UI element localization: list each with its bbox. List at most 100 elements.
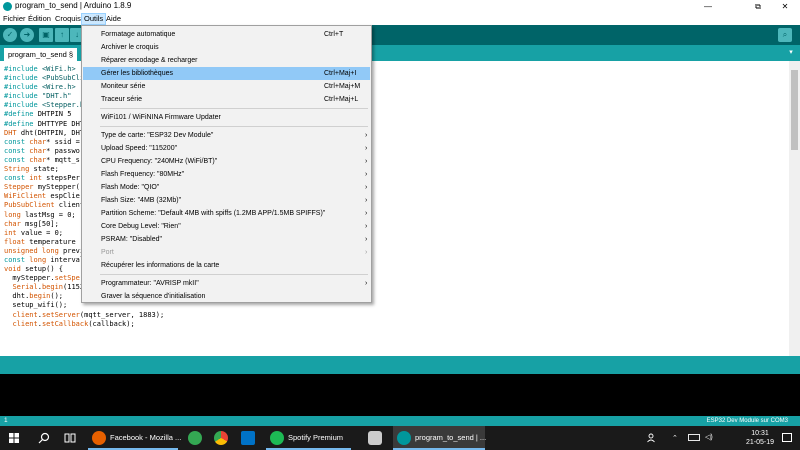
tools-menu-item[interactable]: Flash Mode: "QIO" › xyxy=(83,181,370,194)
tools-menu-item[interactable]: Upload Speed: "115200" › xyxy=(83,142,370,155)
tools-menu-item[interactable]: Traceur série Ctrl+Maj+L xyxy=(83,93,370,106)
code-token: client xyxy=(12,310,38,319)
code-token: const xyxy=(4,255,30,264)
menu-item-shortcut: Ctrl+Maj+L xyxy=(324,96,359,103)
maximize-button[interactable]: ⧉ xyxy=(745,0,771,13)
taskbar-arduino[interactable]: program_to_send | ... xyxy=(393,426,486,450)
code-token: state; xyxy=(33,165,59,174)
code-token: dht(DHTPIN, DHT xyxy=(20,128,85,137)
tools-menu-item[interactable]: Programmateur: "AVRISP mkII" › xyxy=(83,277,370,290)
code-token: (callback); xyxy=(88,319,135,328)
minimize-button[interactable]: — xyxy=(695,0,721,13)
code-token: char xyxy=(29,137,47,146)
arduino-app-icon xyxy=(3,2,12,11)
tools-menu-item[interactable]: Graver la séquence d'initialisation xyxy=(83,290,370,303)
upload-icon[interactable]: ➜ xyxy=(20,28,34,42)
tools-menu-item[interactable]: Type de carte: "ESP32 Dev Module" › xyxy=(83,129,370,142)
menu-fichier[interactable]: Fichier xyxy=(1,13,28,25)
volume-icon[interactable]: ◁) xyxy=(705,433,713,441)
notifications-icon[interactable] xyxy=(782,433,792,442)
code-token: WiFiClient xyxy=(4,192,51,201)
tools-menu-item[interactable]: Partition Scheme: "Default 4MB with spif… xyxy=(83,207,370,220)
menu-item-label: Archiver le croquis xyxy=(101,44,159,51)
app-gray-icon xyxy=(368,431,382,445)
menu-edition[interactable]: Édition xyxy=(26,13,53,25)
code-token: #include xyxy=(4,92,42,101)
menu-separator xyxy=(100,274,368,275)
network-icon[interactable] xyxy=(688,434,700,442)
code-token: client xyxy=(12,319,38,328)
tab-menu-icon[interactable]: ▾ xyxy=(786,48,796,58)
taskbar-app-green[interactable] xyxy=(184,426,208,450)
task-view-icon[interactable] xyxy=(64,432,76,444)
tools-menu-item[interactable]: PSRAM: "Disabled" › xyxy=(83,233,370,246)
tools-menu-item[interactable]: Flash Frequency: "80MHz" › xyxy=(83,168,370,181)
taskbar-chrome[interactable] xyxy=(210,426,234,450)
menu-croquis[interactable]: Croquis xyxy=(53,13,83,25)
verify-icon[interactable]: ✓ xyxy=(3,28,17,42)
submenu-arrow-icon: › xyxy=(365,210,368,217)
submenu-arrow-icon: › xyxy=(365,280,368,287)
windows-start-icon[interactable] xyxy=(9,433,19,443)
menu-separator xyxy=(100,126,368,127)
tab-program-to-send[interactable]: program_to_send § xyxy=(4,48,78,61)
people-icon[interactable] xyxy=(647,433,657,443)
menu-item-label: Programmateur: "AVRISP mkII" xyxy=(101,280,199,287)
code-token: #include xyxy=(4,74,42,83)
close-button[interactable]: ✕ xyxy=(772,0,798,13)
line-number: 1 xyxy=(4,417,8,424)
open-icon[interactable]: ↑ xyxy=(55,28,69,42)
code-token: <Stepper.h xyxy=(41,101,85,110)
menu-aide[interactable]: Aide xyxy=(104,13,123,25)
code-token: Stepper xyxy=(4,183,38,192)
tools-menu-item[interactable]: Réparer encodage & recharger xyxy=(83,54,370,67)
code-token: lastMsg = 0; xyxy=(25,210,76,219)
tools-menu-item[interactable]: Archiver le croquis xyxy=(83,41,370,54)
menu-item-label: Partition Scheme: "Default 4MB with spif… xyxy=(101,210,326,217)
serial-monitor-icon[interactable]: ⌕ xyxy=(778,28,792,42)
status-bar: 1 ESP32 Dev Module sur COM3 xyxy=(0,416,800,426)
clock[interactable]: 10:31 21-05-19 xyxy=(746,429,774,447)
taskbar-firefox[interactable]: Facebook - Mozilla ... xyxy=(88,426,182,450)
menu-outils[interactable]: Outils xyxy=(81,13,107,25)
taskbar-firefox-label: Facebook - Mozilla ... xyxy=(110,433,182,442)
code-token: Serial xyxy=(12,283,38,292)
search-icon[interactable] xyxy=(38,432,50,444)
code-line: client.setServer(mqtt_server, 1883); xyxy=(4,311,784,320)
code-token: unsigned long xyxy=(4,246,64,255)
tools-menu-item[interactable]: Formatage automatique Ctrl+T xyxy=(83,28,370,41)
editor-scrollbar-thumb[interactable] xyxy=(791,70,798,150)
chevron-up-icon[interactable]: ⌃ xyxy=(672,434,678,442)
clock-date: 21-05-19 xyxy=(745,439,774,446)
menu-item-label: Flash Mode: "QIO" xyxy=(101,184,160,191)
tools-menu-item[interactable]: Core Debug Level: "Rien" › xyxy=(83,220,370,233)
code-token: long xyxy=(4,210,26,219)
code-token: myStepper( xyxy=(37,183,80,192)
app-green-icon xyxy=(188,431,202,445)
tools-menu-item[interactable]: Flash Size: "4MB (32Mb)" › xyxy=(83,194,370,207)
code-token: setup_wifi(); xyxy=(4,301,68,310)
menu-item-label: Core Debug Level: "Rien" xyxy=(101,223,181,230)
new-sketch-icon[interactable]: ▣ xyxy=(39,28,53,42)
menu-item-label: Flash Frequency: "80MHz" xyxy=(101,171,185,178)
code-token: (mqtt_server, 1883); xyxy=(79,310,165,319)
code-token: <Wire.h> xyxy=(41,83,76,92)
code-token: #include xyxy=(4,83,42,92)
outlook-icon xyxy=(241,431,255,445)
taskbar-app-gray[interactable] xyxy=(364,426,388,450)
code-token: msg[50]; xyxy=(25,219,59,228)
code-token: <WiFi.h> xyxy=(41,65,76,73)
code-token: #include xyxy=(4,101,42,110)
tools-menu-item[interactable]: CPU Frequency: "240MHz (WiFi/BT)" › xyxy=(83,155,370,168)
code-token: setSpe xyxy=(54,274,80,283)
code-token: int xyxy=(4,228,21,237)
taskbar-outlook[interactable] xyxy=(237,426,261,450)
tools-menu-item[interactable]: WiFi101 / WiFiNINA Firmware Updater xyxy=(83,111,370,124)
tools-menu-item[interactable]: Gérer les bibliothèques Ctrl+Maj+I xyxy=(83,67,370,80)
code-token: #define xyxy=(4,110,38,119)
taskbar-spotify[interactable]: Spotify Premium xyxy=(266,426,351,450)
menu-item-label: Moniteur série xyxy=(101,83,146,90)
tools-menu-item[interactable]: Moniteur série Ctrl+Maj+M xyxy=(83,80,370,93)
tools-menu-item[interactable]: Récupérer les informations de la carte xyxy=(83,259,370,272)
menu-item-shortcut: Ctrl+T xyxy=(324,31,344,38)
